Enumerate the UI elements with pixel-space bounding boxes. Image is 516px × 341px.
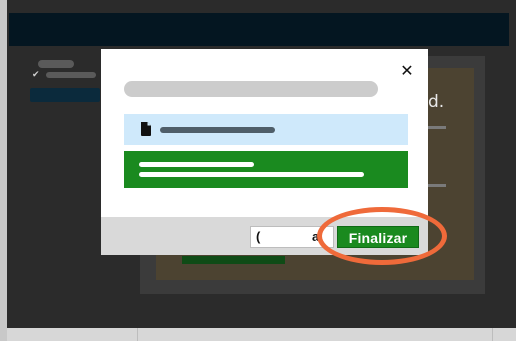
background-placeholder-line (428, 184, 446, 187)
checkmark-icon: ✔ (32, 70, 40, 80)
success-message-line (139, 162, 254, 167)
top-navigation-bar (9, 13, 509, 46)
file-icon (141, 122, 151, 136)
background-button (182, 256, 285, 264)
close-icon[interactable]: ✕ (399, 62, 415, 80)
file-name-placeholder (160, 127, 275, 133)
background-nav-item (30, 88, 100, 102)
divider (137, 328, 138, 341)
modal-title-placeholder (124, 81, 378, 97)
background-placeholder-line (38, 60, 74, 68)
highlight-annotation-circle (317, 207, 447, 265)
background-partial-text: d. (428, 92, 445, 112)
divider (492, 328, 493, 341)
background-placeholder-line (428, 126, 446, 129)
bottom-scroll-strip (7, 328, 516, 341)
background-placeholder-line (46, 72, 96, 78)
success-message-banner (124, 151, 408, 188)
success-message-line (139, 172, 364, 177)
cancel-label-start: ( (256, 229, 261, 244)
